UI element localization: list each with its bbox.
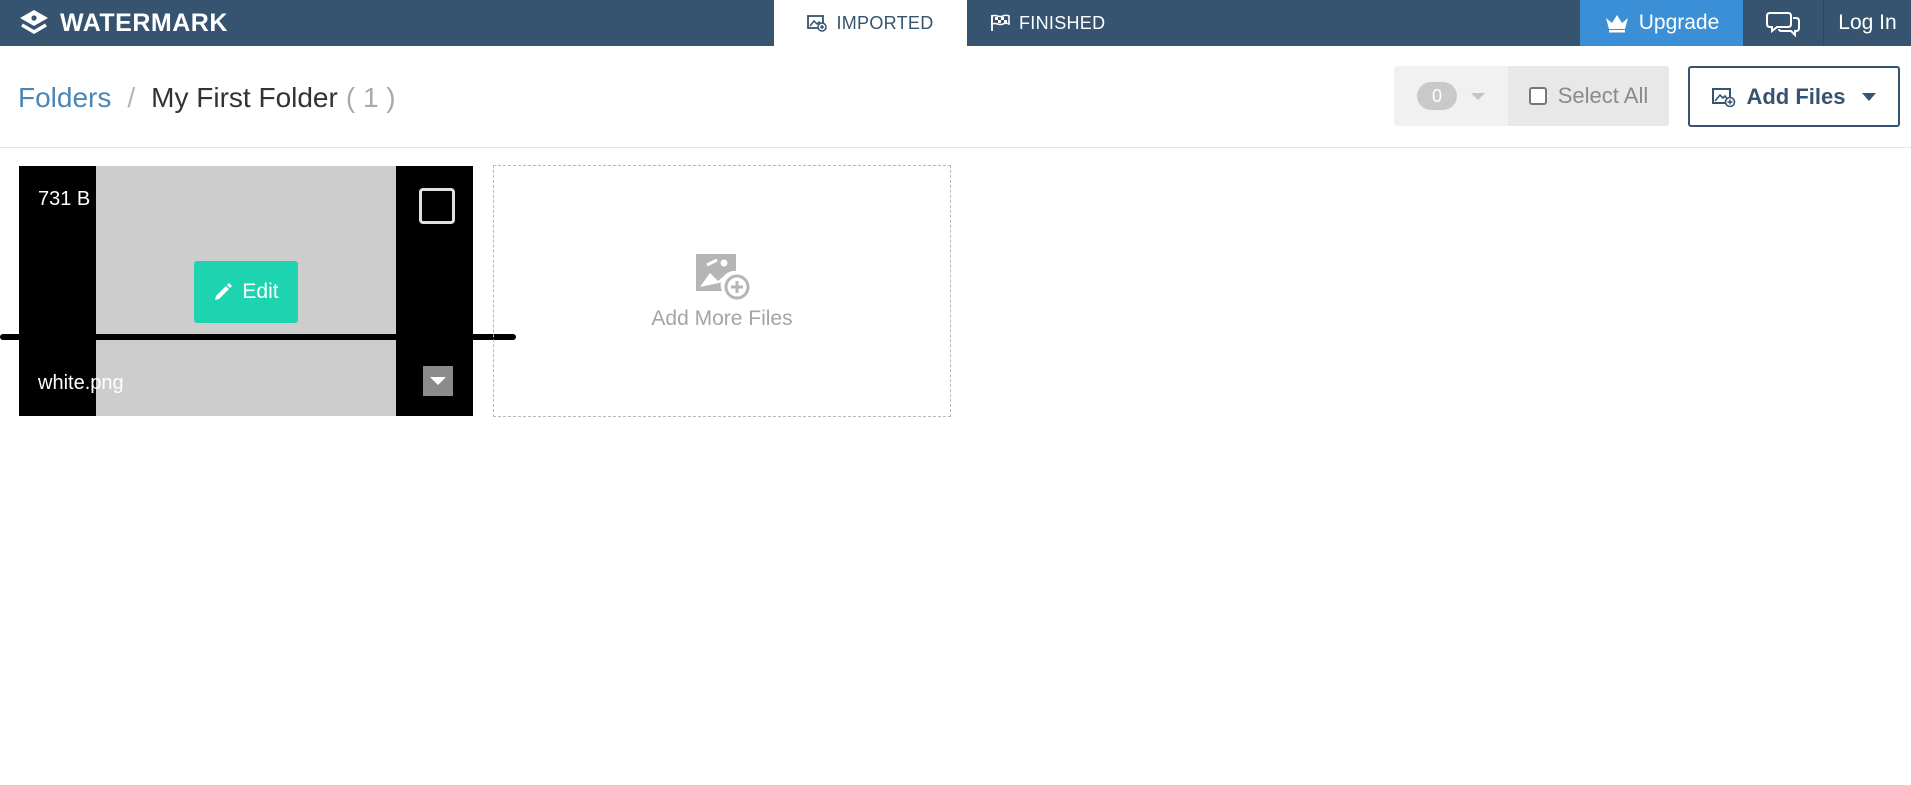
- folder-file-count: ( 1 ): [345, 82, 396, 113]
- pencil-icon: [215, 283, 233, 300]
- file-menu-button[interactable]: [423, 366, 453, 396]
- crown-icon: [1605, 15, 1628, 33]
- brand[interactable]: WATERMARK: [18, 0, 228, 46]
- selected-count-dropdown[interactable]: 0: [1394, 66, 1508, 126]
- add-more-files-label: Add More Files: [651, 307, 793, 330]
- select-all-button[interactable]: Select All: [1508, 66, 1669, 126]
- file-size: 731 B: [38, 188, 91, 210]
- image-icon: [807, 15, 828, 32]
- chevron-down-icon: [1861, 92, 1876, 101]
- breadcrumb-separator: /: [127, 82, 136, 113]
- chevron-down-icon: [1471, 92, 1485, 100]
- tab-finished-label: FINISHED: [1019, 12, 1106, 33]
- add-image-icon: [696, 254, 750, 300]
- tab-imported-label: IMPORTED: [836, 12, 934, 33]
- login-link[interactable]: Log In: [1823, 0, 1911, 46]
- folder-header: Folders / My First Folder ( 1 ) 0 Select…: [0, 46, 1911, 148]
- edit-label: Edit: [242, 280, 279, 303]
- top-navigation-bar: WATERMARK IMPORTED FINISHED Upgrade Log …: [0, 0, 1911, 46]
- breadcrumb-folders-link[interactable]: Folders: [18, 82, 111, 114]
- upgrade-label: Upgrade: [1638, 11, 1720, 34]
- chat-bubbles-icon: [1765, 12, 1800, 37]
- caret-down-icon: [430, 377, 446, 385]
- upgrade-button[interactable]: Upgrade: [1580, 0, 1743, 46]
- brand-name: WATERMARK: [60, 8, 228, 37]
- tab-finished[interactable]: FINISHED: [990, 0, 1120, 46]
- tab-imported[interactable]: IMPORTED: [774, 0, 967, 46]
- breadcrumb: Folders / My First Folder ( 1 ): [18, 82, 396, 114]
- add-files-label: Add Files: [1746, 83, 1846, 109]
- add-more-files-tile[interactable]: Add More Files: [493, 165, 951, 417]
- file-name: white.png: [38, 372, 124, 394]
- add-image-icon: [1712, 87, 1736, 107]
- selected-count-badge: 0: [1417, 82, 1457, 110]
- edit-button[interactable]: Edit: [194, 261, 298, 323]
- breadcrumb-current-folder: My First Folder: [151, 82, 338, 113]
- add-files-button[interactable]: Add Files: [1688, 66, 1900, 127]
- watermark-logo-icon: [20, 10, 48, 34]
- file-card[interactable]: 731 B Edit white.png: [19, 166, 473, 416]
- checkbox-icon: [1528, 87, 1547, 105]
- chat-button[interactable]: [1743, 0, 1822, 46]
- select-all-label: Select All: [1557, 83, 1649, 108]
- divider-line: [0, 334, 516, 340]
- checkered-flag-icon: [991, 14, 1010, 31]
- file-select-checkbox[interactable]: [419, 188, 455, 224]
